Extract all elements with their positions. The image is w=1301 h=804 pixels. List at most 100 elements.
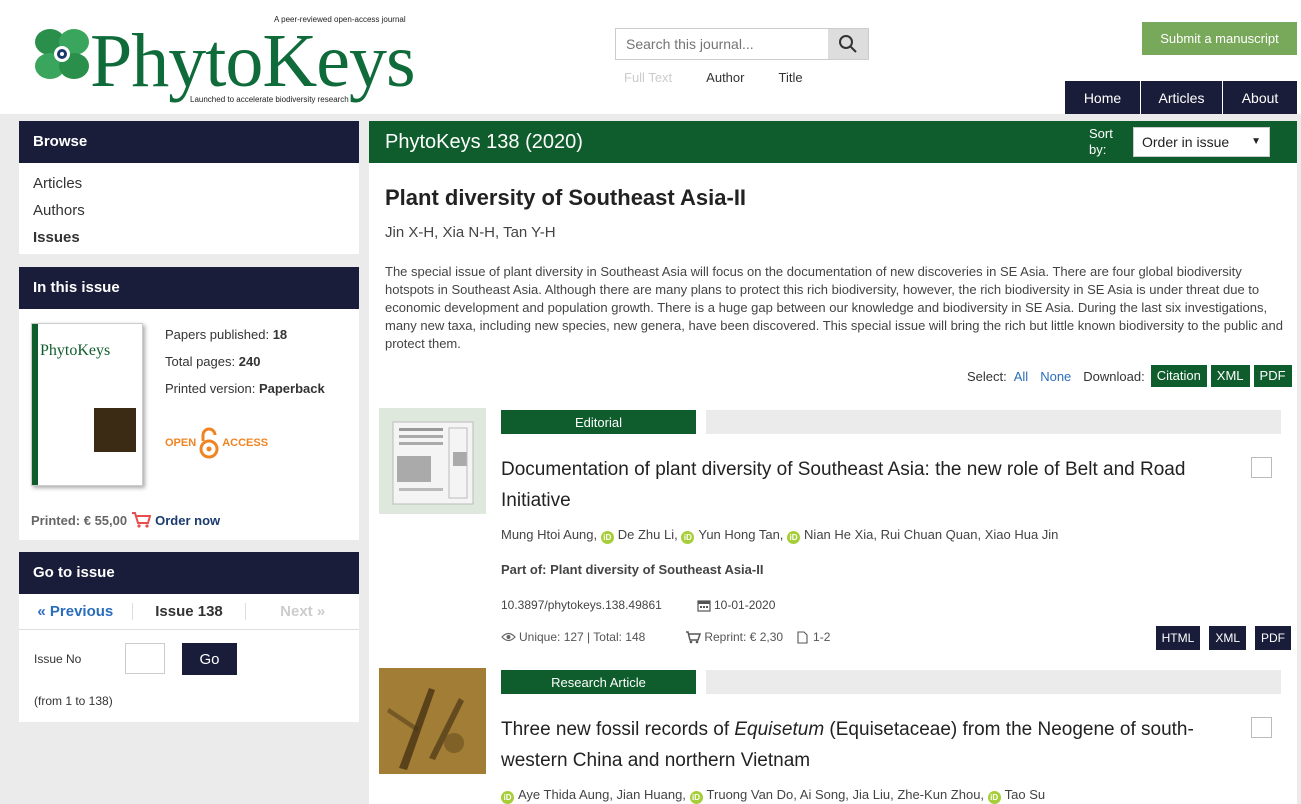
special-issue-editors: Jin X-H, Xia N-H, Tan Y-H: [385, 224, 556, 241]
submit-manuscript-button[interactable]: Submit a manuscript: [1142, 22, 1297, 55]
nav-articles[interactable]: Articles: [1140, 81, 1222, 114]
search-icon: [839, 35, 857, 53]
article-stats: Unique: 127 | Total: 148 Reprint: € 2,30…: [501, 630, 830, 644]
issue-info: Papers published: 18 Total pages: 240 Pr…: [165, 327, 325, 396]
view-counts: Unique: 127 | Total: 148: [519, 630, 646, 644]
browse-panel: Browse Articles Authors Issues: [19, 121, 359, 254]
eye-icon: [501, 632, 516, 642]
article-select-checkbox[interactable]: [1251, 457, 1272, 478]
volume-title: PhytoKeys 138 (2020): [385, 131, 583, 153]
browse-item-authors[interactable]: Authors: [33, 202, 359, 229]
sort-select[interactable]: Order in issue ▼: [1133, 127, 1270, 157]
author-link[interactable]: Mung Htoi Aung,: [501, 527, 597, 542]
article-title[interactable]: Three new fossil records of Equisetum (E…: [501, 714, 1221, 776]
logo-subtitle: Launched to accelerate biodiversity rese…: [190, 95, 349, 104]
search-button[interactable]: [828, 29, 868, 59]
current-issue-label: Issue 138: [133, 603, 247, 620]
download-xml-button[interactable]: XML: [1210, 365, 1250, 387]
issue-header-bar: PhytoKeys 138 (2020) Sort by: Order in i…: [369, 121, 1297, 163]
page-icon: [797, 630, 808, 644]
nav-about[interactable]: About: [1222, 81, 1297, 114]
search-option-author[interactable]: Author: [706, 70, 744, 85]
sort-label: Sort by:: [1089, 126, 1113, 157]
article-type-badge: Editorial: [501, 410, 696, 434]
article-item: Research Article Three new fossil record…: [379, 668, 1291, 804]
next-issue-link: Next »: [280, 603, 326, 620]
html-button[interactable]: HTML: [1155, 626, 1201, 650]
logo-text: PhytoKeys: [90, 19, 416, 103]
open-lock-icon: [199, 427, 219, 459]
site-header: A peer-reviewed open-access journal Phyt…: [0, 0, 1301, 114]
article-item: Editorial Documentation of plant diversi…: [379, 408, 1291, 650]
previous-issue-link[interactable]: « Previous: [19, 603, 133, 620]
orcid-icon[interactable]: iD: [501, 791, 514, 804]
article-date: 10-01-2020: [697, 598, 775, 612]
in-this-issue-heading: In this issue: [19, 267, 359, 309]
printed-price-row: Printed: € 55,00 Order now: [31, 511, 220, 529]
cart-icon[interactable]: [685, 630, 702, 644]
article-thumbnail[interactable]: [379, 408, 486, 514]
special-issue-description: The special issue of plant diversity in …: [385, 264, 1283, 351]
dropdown-caret-icon: ▼: [1251, 136, 1261, 147]
search-input[interactable]: [616, 29, 828, 59]
go-button[interactable]: Go: [182, 643, 237, 675]
issue-no-label: Issue No: [34, 652, 82, 666]
pdf-button[interactable]: PDF: [1255, 626, 1291, 650]
article-doi[interactable]: 10.3897/phytokeys.138.49861: [501, 598, 662, 612]
printed-version: Paperback: [258, 381, 325, 396]
author-link[interactable]: Truong Van Do, Ai Song, Jia Liu, Zhe-Kun…: [707, 787, 985, 802]
browse-heading: Browse: [19, 121, 359, 163]
orcid-icon[interactable]: iD: [689, 791, 703, 804]
select-none-link[interactable]: None: [1040, 369, 1071, 384]
page-range: 1-2: [813, 630, 831, 644]
clover-logo-icon: [35, 29, 89, 79]
author-link[interactable]: Aye Thida Aung, Jian Huang,: [518, 787, 686, 802]
orcid-icon[interactable]: iD: [600, 531, 614, 544]
article-authors: Mung Htoi Aung, iD De Zhu Li, iD Yun Hong …: [501, 527, 1058, 544]
issue-cover-image[interactable]: PhytoKeys: [31, 323, 143, 486]
papers-count: 18: [272, 327, 288, 342]
xml-button[interactable]: XML: [1209, 626, 1246, 650]
reprint-price[interactable]: Reprint: € 2,30: [704, 630, 783, 644]
article-authors: iD Aye Thida Aung, Jian Huang, iD Truong V…: [501, 787, 1045, 804]
cart-icon[interactable]: [131, 511, 152, 529]
printed-price: Printed: € 55,00: [31, 512, 128, 528]
select-download-row: Select: All None Download: Citation XML …: [967, 365, 1292, 387]
author-link[interactable]: Yun Hong Tan,: [698, 527, 783, 542]
article-select-checkbox[interactable]: [1251, 717, 1272, 738]
browse-item-issues[interactable]: Issues: [33, 229, 359, 256]
nav-home[interactable]: Home: [1065, 81, 1140, 114]
go-to-issue-heading: Go to issue: [19, 552, 359, 594]
download-pdf-button[interactable]: PDF: [1253, 365, 1292, 387]
cover-photo: [94, 408, 136, 452]
search-option-fulltext[interactable]: Full Text: [624, 70, 672, 85]
in-this-issue-panel: In this issue PhytoKeys Papers published…: [19, 267, 359, 540]
select-all-link[interactable]: All: [1014, 369, 1028, 384]
go-to-issue-panel: Go to issue « Previous Issue 138 Next » …: [19, 552, 359, 722]
article-thumbnail[interactable]: [379, 668, 486, 774]
orcid-icon[interactable]: iD: [987, 791, 1001, 804]
download-citation-button[interactable]: Citation: [1150, 365, 1207, 387]
article-title[interactable]: Documentation of plant diversity of Sout…: [501, 454, 1221, 516]
special-issue-title: Plant diversity of Southeast Asia-II: [385, 185, 747, 210]
issue-range: (from 1 to 138): [34, 694, 113, 708]
pages-count: 240: [238, 354, 261, 369]
main-nav: Home Articles About: [1065, 81, 1297, 114]
cover-title: PhytoKeys: [40, 342, 111, 359]
search-box: [615, 28, 869, 60]
orcid-icon[interactable]: iD: [681, 531, 695, 544]
author-link[interactable]: Nian He Xia, Rui Chuan Quan, Xiao Hua Ji…: [804, 527, 1058, 542]
article-part-of[interactable]: Part of: Plant diversity of Southeast As…: [501, 562, 763, 577]
article-format-buttons: HTML XML PDF: [1147, 626, 1291, 650]
issue-pager: « Previous Issue 138 Next »: [19, 594, 359, 630]
site-logo[interactable]: A peer-reviewed open-access journal Phyt…: [28, 14, 418, 108]
article-type-strip: [706, 410, 1281, 434]
issue-number-input[interactable]: [125, 643, 165, 674]
author-link[interactable]: De Zhu Li,: [618, 527, 678, 542]
orcid-icon[interactable]: iD: [787, 531, 801, 544]
author-link[interactable]: Tao Su: [1005, 787, 1045, 802]
browse-item-articles[interactable]: Articles: [33, 175, 359, 202]
open-access-badge: OPEN ACCESS: [165, 427, 268, 459]
search-option-title[interactable]: Title: [778, 70, 802, 85]
order-now-link[interactable]: Order now: [155, 513, 220, 528]
